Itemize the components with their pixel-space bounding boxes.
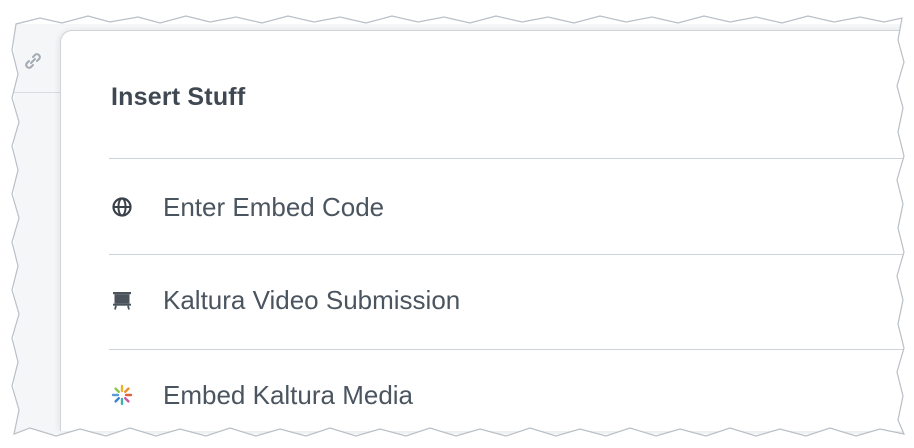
title-divider (109, 158, 911, 159)
kaltura-pinwheel-icon (109, 382, 135, 408)
item-divider (109, 254, 911, 255)
easel-icon (109, 287, 135, 313)
embed-kaltura-media-label: Embed Kaltura Media (163, 379, 414, 410)
item-divider (109, 349, 911, 350)
embed-kaltura-media-item[interactable]: Embed Kaltura Media (109, 369, 911, 421)
globe-icon (109, 194, 135, 220)
enter-embed-code-item[interactable]: Enter Embed Code (109, 181, 911, 233)
screenshot-stage: Insert Stuff Enter Embed Code Kaltura Vi… (0, 0, 914, 448)
dialog-title: Insert Stuff (111, 83, 246, 111)
link-icon[interactable] (22, 50, 44, 72)
enter-embed-code-label: Enter Embed Code (163, 191, 385, 222)
insert-stuff-dialog: Insert Stuff Enter Embed Code Kaltura Vi… (60, 30, 911, 431)
kaltura-video-submission-label: Kaltura Video Submission (163, 284, 461, 315)
kaltura-video-submission-item[interactable]: Kaltura Video Submission (109, 274, 911, 326)
